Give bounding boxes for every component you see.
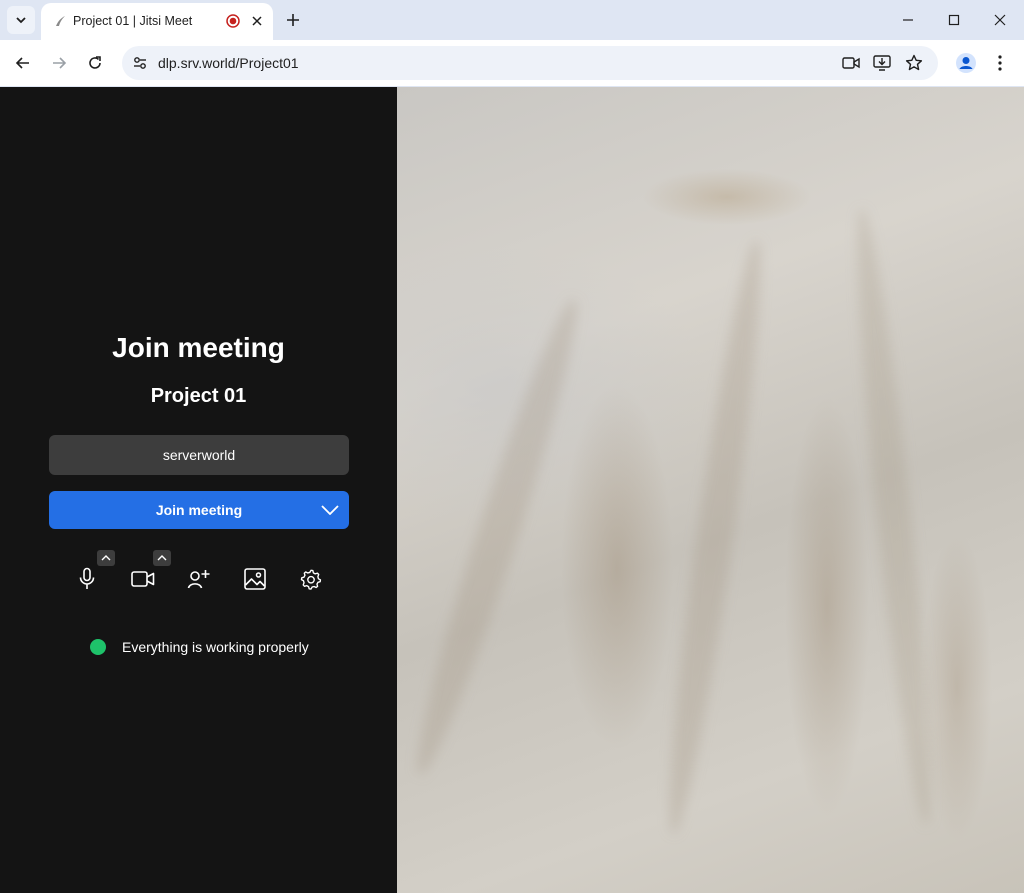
video-camera-icon bbox=[842, 57, 860, 69]
tab-title: Project 01 | Jitsi Meet bbox=[73, 14, 193, 28]
forward-button[interactable] bbox=[45, 49, 73, 77]
url-text[interactable]: dlp.srv.world/Project01 bbox=[158, 55, 299, 71]
microphone-button[interactable] bbox=[71, 563, 103, 595]
browser-menu-button[interactable] bbox=[988, 49, 1012, 77]
camera-icon bbox=[131, 571, 155, 587]
chevron-up-icon bbox=[157, 555, 167, 561]
address-bar[interactable]: dlp.srv.world/Project01 bbox=[122, 46, 938, 80]
new-tab-button[interactable] bbox=[282, 9, 304, 31]
microphone-options-button[interactable] bbox=[97, 550, 115, 566]
invite-button[interactable] bbox=[183, 563, 215, 595]
preview-shading bbox=[844, 206, 944, 828]
back-button[interactable] bbox=[9, 49, 37, 77]
maximize-icon bbox=[948, 14, 960, 26]
tab-close-button[interactable] bbox=[247, 11, 267, 31]
virtual-background-button[interactable] bbox=[239, 563, 271, 595]
tune-icon bbox=[134, 57, 146, 69]
join-meeting-label: Join meeting bbox=[155, 502, 243, 518]
join-meeting-button[interactable]: Join meeting bbox=[49, 491, 349, 529]
microphone-icon bbox=[79, 567, 95, 589]
arrow-right-icon bbox=[53, 57, 67, 69]
star-icon bbox=[905, 54, 923, 71]
preview-shading bbox=[400, 293, 594, 781]
bookmark-button[interactable] bbox=[903, 52, 925, 74]
maximize-button[interactable] bbox=[931, 0, 977, 40]
gear-icon bbox=[300, 569, 322, 590]
jitsi-favicon-icon bbox=[56, 16, 65, 26]
preview-shading bbox=[655, 237, 775, 837]
more-vertical-icon bbox=[998, 55, 1002, 71]
camera-options-button[interactable] bbox=[153, 550, 171, 566]
browser-toolbar: dlp.srv.world/Project01 bbox=[0, 40, 1024, 86]
tab-strip: Project 01 | Jitsi Meet bbox=[0, 0, 1024, 40]
minimize-icon bbox=[903, 19, 913, 21]
site-info-button[interactable] bbox=[128, 51, 152, 75]
close-icon bbox=[252, 16, 262, 26]
settings-button[interactable] bbox=[295, 563, 327, 595]
plus-icon bbox=[287, 14, 299, 26]
status-indicator bbox=[90, 639, 106, 655]
chevron-down-icon bbox=[321, 505, 339, 515]
status-text: Everything is working properly bbox=[122, 639, 309, 655]
tab-active[interactable]: Project 01 | Jitsi Meet bbox=[41, 3, 273, 40]
page-title: Join meeting bbox=[112, 332, 285, 363]
join-options-dropdown[interactable] bbox=[315, 495, 345, 525]
profile-button[interactable] bbox=[952, 49, 980, 77]
camera-button[interactable] bbox=[127, 563, 159, 595]
recording-indicator-icon bbox=[226, 14, 240, 28]
reload-button[interactable] bbox=[81, 49, 109, 77]
window-close-button[interactable] bbox=[977, 0, 1023, 40]
reload-icon bbox=[89, 56, 101, 69]
arrow-left-icon bbox=[15, 57, 29, 69]
tab-search-button[interactable] bbox=[7, 6, 35, 34]
image-icon bbox=[244, 568, 266, 590]
display-name-input[interactable] bbox=[49, 435, 349, 475]
camera-preview bbox=[397, 87, 1024, 893]
install-icon bbox=[873, 55, 891, 71]
close-icon bbox=[994, 14, 1006, 26]
avatar-icon bbox=[956, 53, 976, 73]
invite-icon bbox=[187, 570, 210, 589]
install-app-button[interactable] bbox=[871, 52, 893, 74]
minimize-button[interactable] bbox=[885, 0, 931, 40]
prejoin-panel: Join meeting Project 01 Join meeting bbox=[0, 87, 397, 893]
camera-in-use-button[interactable] bbox=[840, 52, 862, 74]
chevron-up-icon bbox=[101, 555, 111, 561]
chevron-down-icon bbox=[16, 17, 26, 24]
room-name: Project 01 bbox=[150, 385, 247, 407]
page-content: Join meeting Project 01 Join meeting bbox=[0, 87, 1024, 893]
